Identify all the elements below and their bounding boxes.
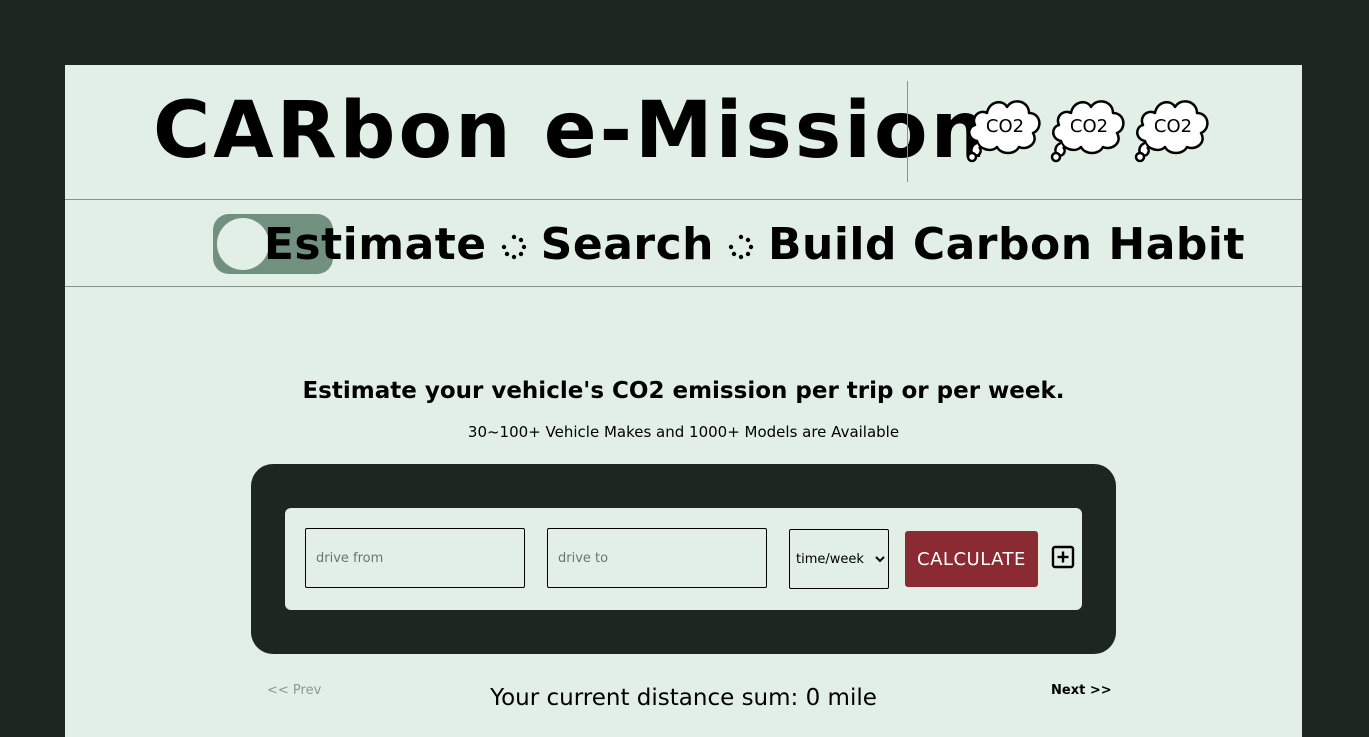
next-link[interactable]: Next >> <box>1051 683 1112 698</box>
plus-square-icon[interactable] <box>1051 545 1075 569</box>
co2-label: CO2 <box>1154 116 1192 137</box>
dotted-spinner-icon <box>728 234 754 260</box>
nav-item-search[interactable]: Search <box>541 219 714 270</box>
co2-cloud-icon: CO2 <box>1050 100 1125 163</box>
title-divider <box>907 81 908 182</box>
co2-label: CO2 <box>1070 116 1108 137</box>
estimate-panel: time/week CALCULATE <box>251 464 1116 654</box>
co2-cloud-icon: CO2 <box>1134 100 1209 163</box>
drive-from-input[interactable] <box>305 528 525 588</box>
frequency-select[interactable]: time/week <box>789 529 889 589</box>
calculate-button[interactable]: CALCULATE <box>905 531 1038 587</box>
nav-item-estimate[interactable]: Estimate <box>264 219 487 270</box>
toggle-knob <box>217 218 269 270</box>
nav-menu: Estimate Search Build Carbon Habit <box>264 214 1245 274</box>
trip-form: time/week CALCULATE <box>285 508 1082 610</box>
page-headline: Estimate your vehicle's CO2 emission per… <box>302 378 1065 404</box>
co2-cloud-icon: CO2 <box>966 100 1041 163</box>
co2-label: CO2 <box>986 116 1024 137</box>
dotted-spinner-icon <box>501 234 526 260</box>
page-container: CARbon e-Mission CO2 CO2 CO2 Estimate Se… <box>65 65 1302 737</box>
distance-sum: Your current distance sum: 0 mile <box>490 685 877 711</box>
nav-item-build-carbon-habit[interactable]: Build Carbon Habit <box>768 219 1245 270</box>
drive-to-input[interactable] <box>547 528 767 588</box>
app-title: CARbon e-Mission <box>153 86 990 176</box>
header: CARbon e-Mission CO2 CO2 CO2 <box>65 65 1302 200</box>
page-subheadline: 30~100+ Vehicle Makes and 1000+ Models a… <box>467 423 900 441</box>
navbar: Estimate Search Build Carbon Habit <box>65 200 1302 287</box>
co2-logo: CO2 CO2 CO2 <box>963 93 1213 165</box>
